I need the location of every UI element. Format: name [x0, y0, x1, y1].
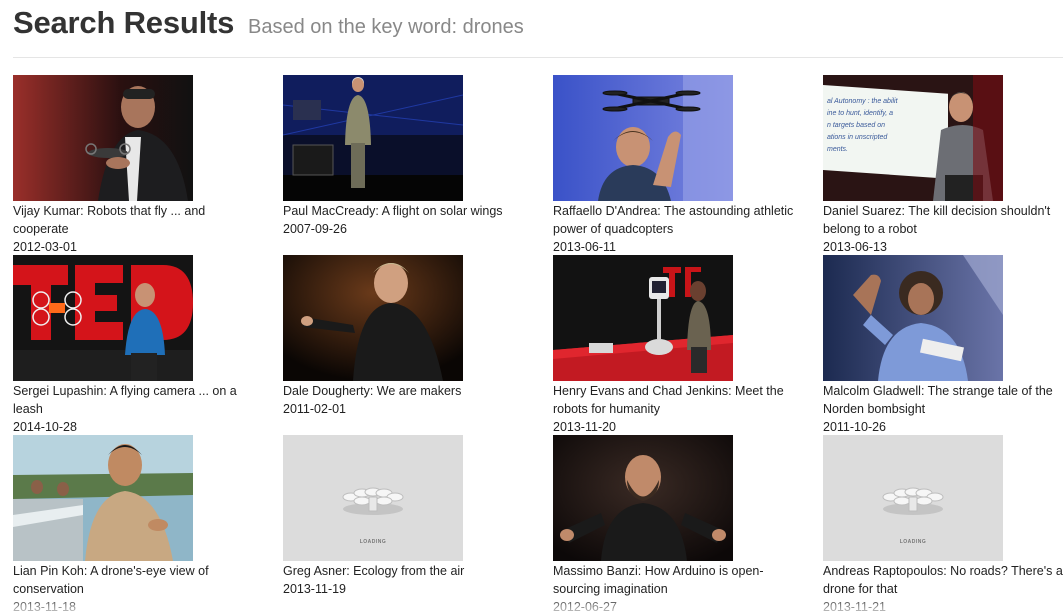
result-card[interactable]: Lian Pin Koh: A drone's-eye view of cons… — [13, 435, 263, 616]
result-card[interactable]: Massimo Banzi: How Arduino is open-sourc… — [553, 435, 803, 616]
result-card[interactable]: Paul MacCready: A flight on solar wings 2… — [283, 75, 533, 238]
talk-date: 2013-11-21 — [823, 600, 887, 614]
talk-date: 2013-11-19 — [283, 582, 347, 596]
talk-date: 2007-09-26 — [283, 222, 347, 236]
talk-thumbnail[interactable]: al Autonomy : the abilit ine to hunt, id… — [823, 75, 1003, 201]
talk-date: 2011-10-26 — [823, 420, 887, 434]
svg-text:ine to hunt, identify, a: ine to hunt, identify, a — [827, 110, 893, 117]
result-card[interactable]: Vijay Kumar: Robots that fly ... and coo… — [13, 75, 263, 256]
talk-date: 2011-02-01 — [283, 402, 347, 416]
talk-thumbnail[interactable] — [553, 75, 733, 201]
talk-date: 2013-11-20 — [553, 420, 617, 434]
svg-text:ments.: ments. — [827, 146, 848, 153]
talk-title-link[interactable]: Daniel Suarez: The kill decision shouldn… — [823, 202, 1063, 238]
svg-text:n targets based on: n targets based on — [827, 122, 885, 129]
talk-date: 2013-11-18 — [13, 600, 77, 614]
talk-date: 2014-10-28 — [13, 420, 77, 434]
talk-thumbnail[interactable] — [283, 75, 463, 201]
search-results-page: Search Results Based on the key word: dr… — [0, 0, 1063, 615]
page-header: Search Results Based on the key word: dr… — [13, 0, 1063, 58]
talk-title-link[interactable]: Raffaello D'Andrea: The astounding athle… — [553, 202, 803, 238]
talk-thumbnail[interactable] — [283, 255, 463, 381]
talk-title-link[interactable]: Henry Evans and Chad Jenkins: Meet the r… — [553, 382, 803, 418]
result-card[interactable]: Dale Dougherty: We are makers 2011-02-01 — [283, 255, 533, 418]
talk-title-link[interactable]: Massimo Banzi: How Arduino is open-sourc… — [553, 562, 803, 598]
loading-label: LOADING — [899, 539, 927, 545]
result-card[interactable]: LOADING Greg Asner: Ecology from the air 2… — [283, 435, 533, 598]
talk-thumbnail[interactable] — [13, 255, 193, 381]
talk-title-link[interactable]: Greg Asner: Ecology from the air — [283, 562, 533, 580]
talk-title-link[interactable]: Lian Pin Koh: A drone's-eye view of cons… — [13, 562, 263, 598]
svg-text:ations in unscripted: ations in unscripted — [827, 134, 888, 141]
result-card[interactable]: LOADING Andreas Raptopoulos: No roads? Th… — [823, 435, 1063, 616]
talk-title-link[interactable]: Sergei Lupashin: A flying camera ... on … — [13, 382, 263, 418]
result-card[interactable]: Henry Evans and Chad Jenkins: Meet the r… — [553, 255, 803, 436]
search-keyword-subtitle: Based on the key word: drones — [248, 16, 524, 38]
result-card[interactable]: Sergei Lupashin: A flying camera ... on … — [13, 255, 263, 436]
talk-thumbnail[interactable] — [13, 435, 193, 561]
talk-title-link[interactable]: Dale Dougherty: We are makers — [283, 382, 533, 400]
result-card[interactable]: Raffaello D'Andrea: The astounding athle… — [553, 75, 803, 256]
talk-title-link[interactable]: Andreas Raptopoulos: No roads? There's a… — [823, 562, 1063, 598]
talk-date: 2013-06-11 — [553, 240, 617, 254]
talk-title-link[interactable]: Vijay Kumar: Robots that fly ... and coo… — [13, 202, 263, 238]
talk-thumbnail[interactable] — [553, 255, 733, 381]
result-card[interactable]: Malcolm Gladwell: The strange tale of th… — [823, 255, 1063, 436]
talk-date: 2012-03-01 — [13, 240, 77, 254]
talk-date: 2013-06-13 — [823, 240, 887, 254]
loading-thumbnail[interactable]: LOADING — [823, 435, 1003, 561]
result-card[interactable]: al Autonomy : the abilit ine to hunt, id… — [823, 75, 1063, 256]
talk-thumbnail[interactable] — [823, 255, 1003, 381]
talk-thumbnail[interactable] — [553, 435, 733, 561]
loading-label: LOADING — [359, 539, 387, 545]
talk-date: 2012-06-27 — [553, 600, 617, 614]
talk-title-link[interactable]: Malcolm Gladwell: The strange tale of th… — [823, 382, 1063, 418]
talk-title-link[interactable]: Paul MacCready: A flight on solar wings — [283, 202, 533, 220]
svg-text:al Autonomy : the abilit: al Autonomy : the abilit — [827, 98, 899, 105]
talk-thumbnail[interactable] — [13, 75, 193, 201]
loading-thumbnail[interactable]: LOADING — [283, 435, 463, 561]
page-title: Search Results — [13, 5, 235, 40]
